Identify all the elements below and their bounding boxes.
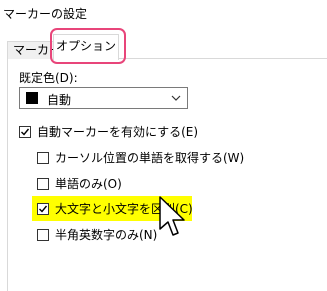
auto-marker-label: 自動マーカーを有効にする(E): [37, 125, 199, 139]
chevron-down-icon: [169, 90, 183, 106]
tab-strip: マーカー オプション: [0, 34, 327, 60]
default-color-label: 既定色(D):: [19, 71, 78, 85]
cursor-word-checkbox[interactable]: [37, 152, 49, 164]
tab-options[interactable]: オプション: [53, 34, 119, 60]
auto-marker-checkbox[interactable]: [19, 126, 31, 138]
window-title: マーカーの設定: [3, 7, 88, 21]
tab-marker[interactable]: マーカー: [7, 41, 55, 59]
match-case-checkbox[interactable]: [37, 203, 49, 215]
halfwidth-alnum-label: 半角英数字のみ(N): [55, 228, 158, 242]
word-only-checkbox[interactable]: [37, 178, 49, 190]
halfwidth-alnum-checkbox[interactable]: [37, 229, 49, 241]
marker-settings-window: マーカーの設定 マーカー オプション 既定色(D): 自動 自動マーカーを有効に…: [0, 0, 327, 291]
default-color-select[interactable]: 自動: [19, 87, 188, 109]
color-swatch: [26, 92, 38, 104]
cursor-word-label: カーソル位置の単語を取得する(W): [55, 151, 245, 165]
default-color-value: 自動: [47, 93, 72, 107]
title-bar[interactable]: マーカーの設定: [0, 0, 327, 27]
mouse-pointer-icon: [158, 195, 188, 243]
word-only-label: 単語のみ(O): [55, 177, 122, 191]
